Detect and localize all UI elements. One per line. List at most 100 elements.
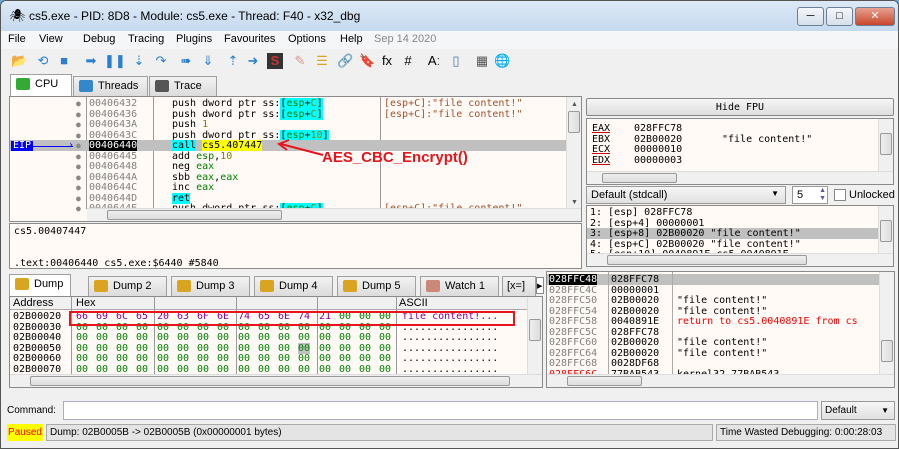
registers-hscroll[interactable] — [587, 171, 893, 184]
argument-row[interactable]: 4: [esp+C] 02B00020 "file content!" — [587, 239, 880, 250]
arguments-panel[interactable]: 1: [esp] 028FFC78 2: [esp+4] 00000001 3: [… — [586, 205, 894, 267]
disasm-row[interactable]: ● 00406436 push dword ptr ss:[esp+C] [esp+C… — [10, 108, 567, 120]
step-into-icon[interactable]: ⇣ — [131, 53, 147, 69]
stack-row[interactable]: 028FFC60 02B00020 "file content!" — [547, 337, 881, 348]
hex-byte[interactable]: 00 — [136, 343, 148, 354]
tab-dump-1[interactable]: Dump 1 — [9, 274, 71, 308]
hex-byte[interactable]: 00 — [258, 353, 270, 364]
font-icon[interactable]: Aː — [426, 53, 442, 69]
breakpoint-dot-icon[interactable]: ● — [76, 182, 81, 193]
stack-row[interactable]: 028FFC58 0040891E return to cs5.0040891E f… — [547, 316, 881, 327]
disasm-row[interactable]: ● 00406448 neg eax — [10, 161, 567, 172]
dump-row[interactable]: 02B00050 00 00 00 00 00 00 00 00 00 00 00 00 00 00 00 00… — [10, 342, 529, 354]
dump-row[interactable]: 02B00040 00 00 00 00 00 00 00 00 00 00 00 00 00 00 00 00… — [10, 332, 529, 343]
disasm-row[interactable]: ● 0040644A sbb eax,eax — [10, 172, 567, 183]
trace-into-icon[interactable]: ➠ — [178, 53, 194, 69]
hex-byte[interactable]: 00 — [116, 364, 128, 375]
tab-cpu[interactable]: CPU — [10, 74, 72, 96]
spinner-arrows-icon[interactable]: ▲ ▼ — [819, 187, 826, 203]
execute-till-return-icon[interactable]: ⇡ — [225, 53, 241, 69]
stack-row[interactable]: 028FFC48 028FFC78 — [547, 274, 881, 285]
hex-byte[interactable]: 00 — [339, 364, 351, 375]
stack-row[interactable]: 028FFC64 02B00020 "file content!" — [547, 348, 881, 359]
registers-panel[interactable]: EAX 028FFC78 EBX 02B00020 "file content!" ECX… — [586, 118, 894, 185]
tab-threads[interactable]: Threads — [73, 76, 148, 96]
hex-byte[interactable]: 00 — [177, 332, 189, 343]
stack-row[interactable]: 028FFC4C 00000001 — [547, 285, 881, 296]
hex-byte[interactable]: 00 — [197, 332, 209, 343]
hex-byte[interactable]: 00 — [96, 332, 108, 343]
disasm-row[interactable]: ● 0040644D ret — [10, 192, 567, 204]
hex-byte[interactable]: 00 — [238, 343, 250, 354]
hex-byte[interactable]: 00 — [116, 353, 128, 364]
registers-vscroll[interactable] — [878, 119, 893, 171]
tab-dump-5[interactable]: Dump 5 — [337, 276, 416, 296]
dump-panel[interactable]: Address Hex ASCII 02B00020 66 69 6C 65 20 63 6F… — [9, 296, 543, 388]
hex-byte[interactable]: 00 — [319, 343, 331, 354]
hex-byte[interactable]: 00 — [258, 332, 270, 343]
hex-byte[interactable]: 00 — [157, 332, 169, 343]
hex-byte[interactable]: 00 — [258, 364, 270, 375]
register-row[interactable]: EDX 00000003 — [587, 155, 877, 166]
menu-view[interactable]: View — [39, 33, 63, 45]
hex-byte[interactable]: 00 — [177, 353, 189, 364]
hex-byte[interactable]: 00 — [116, 332, 128, 343]
hex-byte[interactable]: 00 — [258, 343, 270, 354]
dump-vscroll[interactable] — [527, 297, 542, 374]
args-hscroll[interactable] — [587, 253, 893, 266]
disasm-row[interactable]: ● 0040644C inc eax — [10, 182, 567, 193]
menu-debug[interactable]: Debug — [83, 33, 115, 45]
pause-icon[interactable]: ❚❚ — [104, 53, 126, 69]
disasm-row[interactable]: ● 00406432 push dword ptr ss:[esp+C] [esp+C… — [10, 98, 567, 109]
hex-byte[interactable]: 00 — [359, 353, 371, 364]
hex-byte[interactable]: 00 — [278, 332, 290, 343]
hex-byte[interactable]: 00 — [298, 364, 310, 375]
hex-byte[interactable]: 00 — [157, 343, 169, 354]
patch-icon[interactable]: ✎ — [292, 53, 308, 69]
argument-row[interactable]: 2: [esp+4] 00000001 — [587, 218, 880, 229]
hex-byte[interactable]: 00 — [217, 353, 229, 364]
stack-row[interactable]: 028FFC5C 028FFC78 — [547, 327, 881, 338]
stack-row[interactable]: 028FFC54 02B00020 "file content!" — [547, 306, 881, 317]
breakpoint-dot-icon[interactable]: ● — [76, 161, 81, 172]
hex-byte[interactable]: 00 — [278, 364, 290, 375]
stack-vscroll[interactable] — [879, 272, 894, 374]
labels-icon[interactable]: 🔗 — [337, 53, 353, 69]
hash-icon[interactable]: # — [400, 53, 416, 69]
breakpoint-dot-icon[interactable]: ● — [76, 130, 81, 141]
hex-byte[interactable]: 00 — [96, 343, 108, 354]
breakpoint-dot-icon[interactable]: ● — [76, 140, 81, 151]
hex-byte[interactable]: 00 — [359, 364, 371, 375]
menu-tracing[interactable]: Tracing — [128, 33, 164, 45]
hex-byte[interactable]: 00 — [339, 353, 351, 364]
breakpoint-dot-icon[interactable]: ● — [76, 98, 81, 109]
hex-byte[interactable]: 00 — [157, 353, 169, 364]
hex-byte[interactable]: 00 — [177, 364, 189, 375]
tab--x-lo[interactable]: [x=] Lo — [502, 276, 536, 310]
hex-byte[interactable]: 00 — [136, 364, 148, 375]
stack-panel[interactable]: 028FFC48 028FFC78 028FFC4C 00000001 028FFC50… — [546, 271, 895, 388]
hex-byte[interactable]: 00 — [298, 342, 311, 354]
scylla-icon[interactable]: S — [267, 53, 283, 69]
command-mode-select[interactable]: Default ▼ — [821, 401, 895, 420]
minimize-button[interactable]: ─ — [797, 7, 824, 26]
menu-file[interactable]: File — [8, 33, 26, 45]
hex-byte[interactable]: 00 — [278, 353, 290, 364]
hex-byte[interactable]: 00 — [76, 353, 88, 364]
register-row[interactable]: ECX 00000010 — [587, 144, 877, 155]
close-button[interactable]: ✕ — [855, 7, 895, 26]
globe-icon[interactable]: 🌐 — [494, 53, 510, 69]
hex-byte[interactable]: 00 — [379, 343, 391, 354]
maximize-button[interactable]: □ — [826, 7, 853, 26]
calculator-icon[interactable]: ▦ — [474, 53, 490, 69]
tab-dump-2[interactable]: Dump 2 — [88, 276, 167, 296]
run-icon[interactable]: ➡ — [83, 53, 99, 69]
hex-byte[interactable]: 00 — [217, 364, 229, 375]
hex-byte[interactable]: 00 — [76, 343, 88, 354]
hex-byte[interactable]: 00 — [96, 364, 108, 375]
stack-row[interactable]: 028FFC50 02B00020 "file content!" — [547, 295, 881, 306]
hex-byte[interactable]: 00 — [319, 332, 331, 343]
hex-byte[interactable]: 00 — [319, 364, 331, 375]
hex-byte[interactable]: 00 — [136, 353, 148, 364]
ascii-header[interactable]: ASCII — [399, 297, 428, 309]
